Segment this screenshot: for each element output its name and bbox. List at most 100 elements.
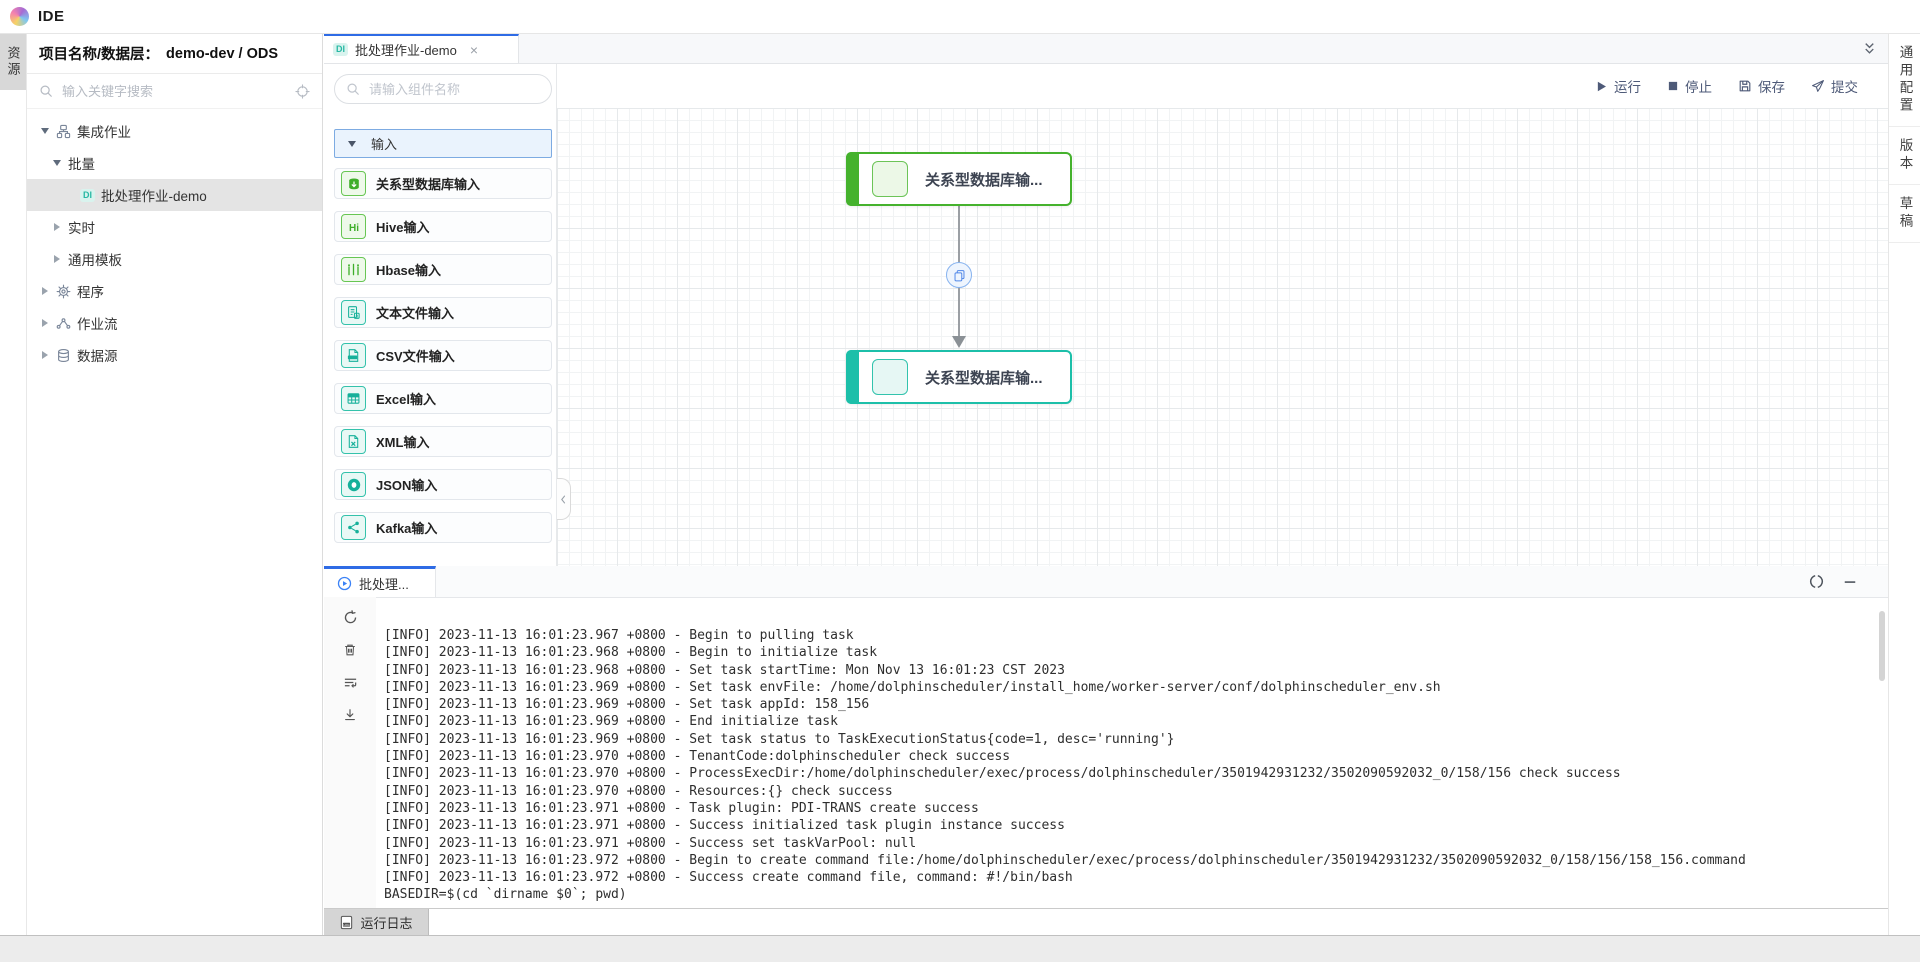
palette-item-label: Hive输入 (376, 217, 429, 236)
console-tabbar: 批处理... (324, 566, 1888, 598)
explorer-search-input[interactable] (60, 83, 288, 100)
palette-item-json-input[interactable]: JSON输入 (334, 469, 552, 500)
log-scrollbar[interactable] (1879, 611, 1885, 681)
tree-item-label: 批量 (68, 153, 95, 173)
bottom-tabrow: LOG 运行日志 (324, 908, 1888, 935)
palette-item-xml-input[interactable]: XML输入 (334, 426, 552, 457)
tree-item-label: 实时 (68, 217, 95, 237)
stop-icon (1667, 80, 1679, 92)
tabs-overflow-icon[interactable] (1862, 41, 1877, 56)
dag-grid[interactable]: 关系型数据库输... 关系型数据库输... (557, 108, 1888, 566)
dag-node-rdb-target[interactable]: 关系型数据库输... (846, 350, 1072, 404)
tree-item-batch-job-demo[interactable]: DI 批处理作业-demo (27, 179, 322, 211)
explorer-panel: 项目名称/数据层： demo-dev / ODS 集成作业 批量 (26, 34, 323, 935)
console-tool-wrap[interactable] (343, 675, 358, 690)
svg-text:LOG: LOG (344, 922, 351, 926)
tree-item-label: 作业流 (77, 313, 118, 333)
palette-item-kafka-input[interactable]: Kafka输入 (334, 512, 552, 543)
palette-item-hive-input[interactable]: Hi Hive输入 (334, 211, 552, 242)
toolbar-submit-button[interactable]: 提交 (1811, 76, 1858, 96)
di-badge: DI (80, 189, 95, 202)
palette-item-label: Excel输入 (376, 389, 436, 408)
palette-item-excel-input[interactable]: Excel输入 (334, 383, 552, 414)
db-input-icon (341, 171, 366, 196)
rail-tab-resources[interactable]: 资源 (0, 34, 26, 90)
node-label: 关系型数据库输... (925, 367, 1043, 388)
tree-caret-icon[interactable] (39, 286, 50, 297)
tree-item-integration-jobs[interactable]: 集成作业 (27, 115, 322, 147)
dag-node-rdb-source[interactable]: 关系型数据库输... (846, 152, 1072, 206)
palette-item-label: JSON输入 (376, 475, 437, 494)
palette-item-hbase-input[interactable]: Hbase输入 (334, 254, 552, 285)
search-icon (39, 84, 53, 98)
console-tab-batch[interactable]: 批处理... (324, 566, 436, 597)
console-tool-clear[interactable] (343, 643, 357, 657)
component-palette: 输入 关系型数据库输入 Hi Hive输入 Hbase输入 文本文件输入 CSV (324, 64, 557, 566)
tree-caret-icon[interactable] (63, 190, 74, 201)
tree-item-label: 集成作业 (77, 121, 131, 141)
play-circle-icon (337, 576, 352, 591)
tree-item-label: 数据源 (77, 345, 118, 365)
console-panel: 批处理... [INFO] 2023-11-13 16:01:23.967 +0… (324, 566, 1888, 908)
rail-tab-draft[interactable]: 草稿 (1889, 185, 1920, 243)
left-rail: 资源 (0, 34, 26, 935)
tree-item-workflow[interactable]: 作业流 (27, 307, 322, 339)
console-action-loop[interactable] (1809, 574, 1824, 589)
toolbar-run-button[interactable]: 运行 (1595, 76, 1641, 96)
rail-tab-version[interactable]: 版本 (1889, 127, 1920, 185)
palette-search-input[interactable] (367, 81, 540, 98)
tab-run-log[interactable]: LOG 运行日志 (324, 909, 429, 935)
palette-collapse-handle[interactable] (557, 478, 571, 520)
tree-caret-icon[interactable] (51, 222, 62, 233)
tree-caret-icon[interactable] (51, 254, 62, 265)
palette-category-label: 输入 (371, 134, 397, 153)
rail-tab-general-config[interactable]: 通用配置 (1889, 34, 1920, 127)
toolbar-save-button[interactable]: 保存 (1738, 76, 1785, 96)
tree-caret-icon[interactable] (39, 350, 50, 361)
toolbar-stop-button[interactable]: 停止 (1667, 76, 1712, 96)
tab-close-icon[interactable]: × (470, 42, 478, 58)
text-file-icon (341, 300, 366, 325)
console-tool-download[interactable] (343, 708, 357, 722)
di-badge: DI (333, 43, 348, 56)
console-tool-refresh[interactable] (343, 610, 358, 625)
right-rail: 通用配置版本草稿 (1888, 34, 1920, 935)
page-background (0, 935, 1920, 962)
hbase-icon (341, 257, 366, 282)
tree-caret-icon[interactable] (39, 318, 50, 329)
app-title: IDE (38, 8, 65, 25)
log-output[interactable]: [INFO] 2023-11-13 16:01:23.967 +0800 - B… (376, 597, 1888, 908)
tree-item-program[interactable]: 程序 (27, 275, 322, 307)
kafka-icon (341, 515, 366, 540)
svg-text:Hi: Hi (349, 223, 359, 234)
project-layer-value: demo-dev / ODS (166, 46, 278, 62)
palette-item-rdb-input[interactable]: 关系型数据库输入 (334, 168, 552, 199)
edge-copy-badge[interactable] (946, 262, 972, 288)
console-body: [INFO] 2023-11-13 16:01:23.967 +0800 - B… (324, 597, 1888, 908)
console-tab-label: 批处理... (359, 574, 409, 593)
tree-item-common-template[interactable]: 通用模板 (27, 243, 322, 275)
editor-tab-batch-job-demo[interactable]: DI 批处理作业-demo × (324, 34, 519, 63)
tree-item-batch[interactable]: 批量 (27, 147, 322, 179)
tree-item-realtime[interactable]: 实时 (27, 211, 322, 243)
palette-item-label: 文本文件输入 (376, 303, 454, 322)
json-icon (341, 472, 366, 497)
toolbar-button-label: 运行 (1614, 76, 1641, 96)
resource-tree: 集成作业 批量 DI 批处理作业-demo 实时 (27, 109, 322, 371)
csv-file-icon: CSV (341, 343, 366, 368)
app-logo-icon (10, 7, 29, 26)
console-action-minimize[interactable] (1843, 575, 1857, 589)
tree-caret-icon[interactable] (51, 158, 62, 169)
tree-item-datasource[interactable]: 数据源 (27, 339, 322, 371)
editor-tabbar: DI 批处理作业-demo × (324, 34, 1888, 64)
palette-item-text-file-input[interactable]: 文本文件输入 (334, 297, 552, 328)
palette-item-csv-file-input[interactable]: CSV CSV文件输入 (334, 340, 552, 371)
locate-icon[interactable] (295, 84, 310, 99)
tree-caret-icon[interactable] (39, 126, 50, 137)
palette-category-input[interactable]: 输入 (334, 129, 552, 158)
toolbar-button-label: 保存 (1758, 76, 1785, 96)
palette-item-label: 关系型数据库输入 (376, 174, 480, 193)
palette-item-label: Hbase输入 (376, 260, 441, 279)
run-log-label: 运行日志 (360, 913, 412, 932)
palette-items: 关系型数据库输入 Hi Hive输入 Hbase输入 文本文件输入 CSV CS… (334, 168, 552, 543)
